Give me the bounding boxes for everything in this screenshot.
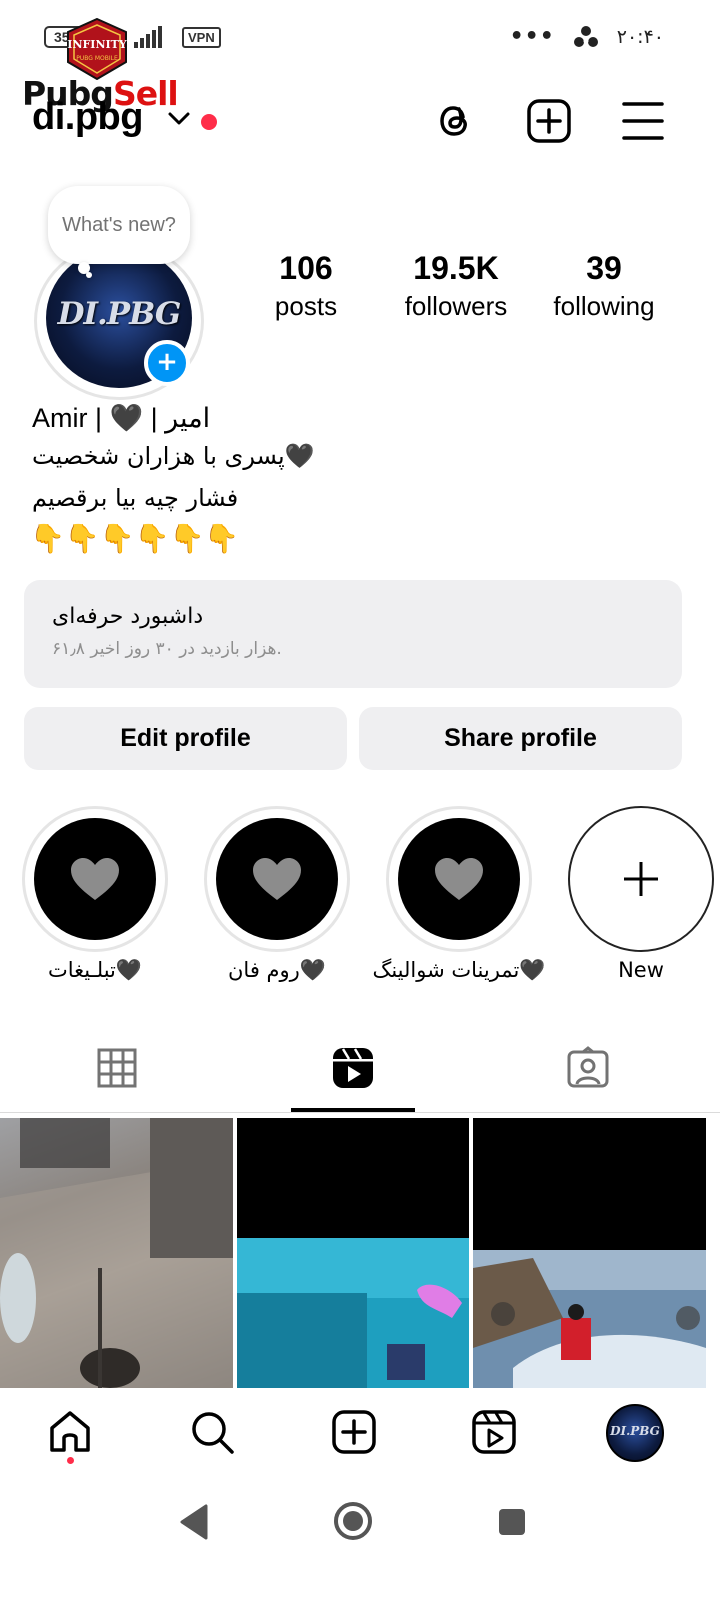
system-nav-bar (0, 1480, 720, 1600)
home-system-icon[interactable] (332, 1500, 374, 1542)
home-icon[interactable] (46, 1408, 94, 1456)
profile-username[interactable]: di.pbg (32, 96, 143, 139)
vpn-badge: VPN (182, 26, 221, 48)
create-post-icon[interactable] (526, 98, 572, 144)
heart-icon (253, 858, 301, 900)
highlight-label: روم فان🖤 (228, 958, 326, 982)
reels-tab-icon[interactable] (331, 1046, 375, 1090)
stat-following-value: 39 (586, 250, 622, 286)
menu-icon[interactable] (620, 98, 666, 144)
highlight-cover (398, 818, 520, 940)
bio-emojis: 👇👇👇👇👇👇 (30, 522, 240, 555)
new-highlight-label: New (618, 958, 664, 982)
avatar-text: DI.PBG (57, 296, 182, 332)
profile-tab-avatar[interactable]: DI.PBG (606, 1404, 664, 1462)
stat-following[interactable]: 39 following (544, 250, 664, 322)
dashboard-subtitle: ۶۱٫۸ هزار بازدید در ۳۰ روز اخیر. (52, 639, 282, 659)
highlight-label: تمرینات شوالینگ🖤 (372, 958, 546, 982)
stat-posts-label: posts (274, 291, 338, 321)
threads-icon[interactable] (432, 98, 478, 144)
reel-thumbnail-2-art (237, 1238, 469, 1388)
svg-text:PUBG MOBILE: PUBG MOBILE (76, 55, 118, 62)
svg-text:INFINITY: INFINITY (67, 38, 127, 51)
reels-icon[interactable] (470, 1408, 518, 1456)
stat-followers-label: followers (404, 291, 508, 321)
professional-dashboard[interactable]: داشبورد حرفه‌ای ۶۱٫۸ هزار بازدید در ۳۰ ر… (24, 580, 682, 688)
new-highlight-button[interactable]: New (568, 806, 714, 982)
clock: ۲۰:۴۰ (616, 25, 664, 48)
create-icon[interactable] (330, 1408, 378, 1456)
note-tail-small (86, 272, 92, 278)
reel-thumbnail-3[interactable] (473, 1118, 706, 1388)
dashboard-title: داشبورد حرفه‌ای (52, 604, 204, 629)
highlight-cover (216, 818, 338, 940)
status-right: ••• ۲۰:۴۰ (510, 24, 664, 49)
chevron-down-icon[interactable] (166, 110, 192, 128)
plus-icon (570, 808, 712, 950)
home-notification-dot (67, 1457, 74, 1464)
highlight-label: تبلـیغات🖤 (47, 958, 143, 982)
highlight-3[interactable]: تمرینات شوالینگ🖤 (373, 806, 545, 982)
profile-tab-avatar-text: DI.PBG (610, 1424, 660, 1438)
search-icon[interactable] (188, 1408, 236, 1456)
heart-icon (435, 858, 483, 900)
add-story-button[interactable]: + (144, 340, 190, 386)
bottom-nav: DI.PBG (0, 1388, 720, 1480)
stat-posts-value: 106 (279, 250, 333, 286)
note-bubble[interactable]: What's new? (48, 186, 190, 264)
tab-divider (0, 1112, 720, 1113)
new-highlight-ring (568, 806, 714, 952)
highlight-2[interactable]: روم فان🖤 (204, 806, 350, 982)
stat-posts[interactable]: 106 posts (262, 250, 350, 322)
highlight-1[interactable]: تبلـیغات🖤 (22, 806, 168, 982)
share-profile-button[interactable]: Share profile (359, 707, 682, 770)
reel-thumbnail-3-art (473, 1250, 706, 1388)
grid-tab-icon[interactable] (95, 1046, 139, 1090)
status-overflow-icon: ••• (509, 24, 555, 49)
notification-dot (201, 114, 217, 130)
tagged-tab-icon[interactable] (566, 1046, 610, 1090)
bio-line-2: فشار چیه بیا برقصیم (32, 484, 239, 512)
bio-name: Amir | 🖤 | امیر (32, 403, 211, 433)
recents-icon[interactable] (498, 1508, 526, 1536)
reel-thumbnail-1[interactable] (0, 1118, 233, 1388)
highlight-ring (386, 806, 532, 952)
watermark-seal-icon: INFINITY PUBG MOBILE (67, 18, 127, 80)
edit-profile-button[interactable]: Edit profile (24, 707, 347, 770)
bio-line-1: پسری با هزاران شخصیت🖤 (32, 442, 315, 470)
highlight-cover (34, 818, 156, 940)
highlight-ring (22, 806, 168, 952)
stat-following-label: following (553, 291, 655, 321)
reel-thumbnail-1-art (0, 1118, 233, 1388)
stat-followers[interactable]: 19.5K followers (394, 250, 518, 322)
back-icon[interactable] (178, 1504, 210, 1540)
stat-followers-value: 19.5K (413, 250, 499, 286)
highlight-ring (204, 806, 350, 952)
heart-icon (71, 858, 119, 900)
notification-app-icon (573, 25, 598, 47)
reel-thumbnail-2[interactable] (237, 1118, 469, 1388)
